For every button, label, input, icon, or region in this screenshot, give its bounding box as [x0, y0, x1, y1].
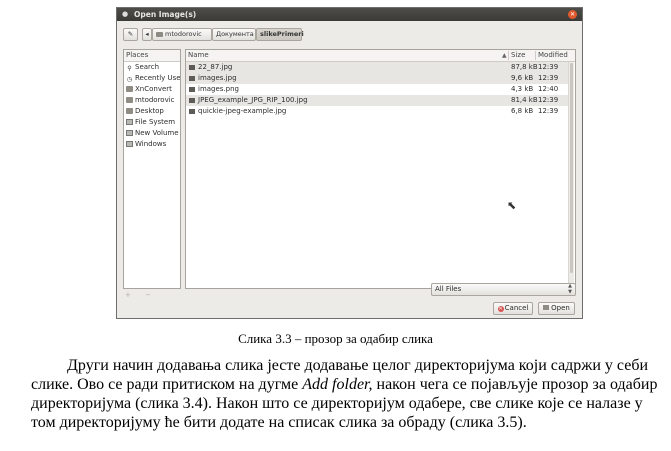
image-file-icon [189, 76, 195, 81]
mouse-pointer-icon: ⬉ [507, 199, 517, 212]
pencil-icon: ✎ [127, 30, 134, 38]
dialog-titlebar[interactable]: ● Open Image(s) ✕ [117, 8, 582, 21]
body-paragraph: Други начин додавања слика јесте додавањ… [31, 357, 658, 431]
places-panel: Places ⚲Search ◷Recently Used XnConvert … [123, 49, 181, 289]
edit-location-button[interactable]: ✎ [123, 28, 138, 41]
file-list: Name ▲ Size Modified 22_87.jpg 87,8 kB 1… [185, 49, 576, 289]
dialog-title: Open Image(s) [134, 10, 197, 19]
column-name[interactable]: Name [188, 50, 209, 61]
column-size[interactable]: Size [511, 50, 525, 61]
path-button-documents[interactable]: Документа [212, 28, 256, 41]
cancel-icon: ✕ [497, 306, 504, 312]
open-folder-icon [543, 305, 550, 310]
path-button-current[interactable]: slikePrimeri [256, 28, 304, 41]
chevron-left-icon: ◂ [145, 30, 149, 38]
file-row[interactable]: quickie-jpeg-example.jpg 6,8 kB 12:39 [186, 106, 570, 117]
clock-icon: ◷ [126, 76, 133, 83]
file-list-header: Name ▲ Size Modified [186, 50, 575, 62]
open-images-dialog: ● Open Image(s) ✕ ✎ ◂ mtodorovic Докумен… [116, 7, 583, 319]
cancel-button[interactable]: ✕ Cancel [493, 302, 533, 315]
file-row[interactable]: images.jpg 9,6 kB 12:39 [186, 73, 570, 84]
drive-icon [126, 119, 133, 125]
column-modified[interactable]: Modified [538, 50, 568, 61]
desktop-folder-icon [126, 108, 133, 114]
search-icon: ⚲ [127, 65, 132, 72]
place-item-xnconvert[interactable]: XnConvert [124, 84, 180, 95]
add-folder-emphasis: Add folder, [302, 376, 373, 393]
open-button[interactable]: Open [538, 302, 575, 315]
place-item-recently-used[interactable]: ◷Recently Used [124, 73, 180, 84]
file-row[interactable]: JPEG_example_JPG_RIP_100.jpg 81,4 kB 12:… [186, 95, 570, 106]
scrollbar-thumb[interactable] [570, 63, 573, 273]
image-file-icon [189, 98, 195, 103]
image-file-icon [189, 109, 195, 114]
figure-caption: Слика 3.3 – прозор за одабир слика [238, 331, 433, 346]
place-item-windows[interactable]: Windows [124, 139, 180, 150]
image-file-icon [189, 87, 195, 92]
drive-icon [126, 130, 133, 136]
file-type-filter[interactable]: All Files ▲ ▼ [431, 283, 576, 296]
close-icon[interactable]: ✕ [568, 10, 577, 19]
home-folder-icon [156, 32, 163, 37]
places-header: Places [124, 50, 180, 62]
app-menu-icon[interactable]: ● [122, 10, 130, 18]
column-separator [535, 51, 536, 60]
path-button-home[interactable]: mtodorovic [152, 28, 212, 41]
place-item-home[interactable]: mtodorovic [124, 95, 180, 106]
places-add-remove-controls[interactable]: + − [125, 291, 157, 299]
place-item-new-volume[interactable]: New Volume [124, 128, 180, 139]
drive-icon [126, 141, 133, 147]
place-item-file-system[interactable]: File System [124, 117, 180, 128]
updown-arrows-icon: ▲ ▼ [568, 283, 572, 295]
sort-ascending-icon: ▲ [502, 52, 507, 59]
place-item-search[interactable]: ⚲ Search [124, 62, 180, 73]
home-folder-icon [126, 97, 133, 103]
place-item-desktop[interactable]: Desktop [124, 106, 180, 117]
folder-icon [126, 86, 133, 92]
column-separator [508, 51, 509, 60]
path-back-button[interactable]: ◂ [142, 28, 152, 41]
file-row[interactable]: 22_87.jpg 87,8 kB 12:39 [186, 62, 570, 73]
file-list-scrollbar[interactable] [568, 62, 574, 287]
image-file-icon [189, 65, 195, 70]
file-row[interactable]: images.png 4,3 kB 12:40 [186, 84, 570, 95]
